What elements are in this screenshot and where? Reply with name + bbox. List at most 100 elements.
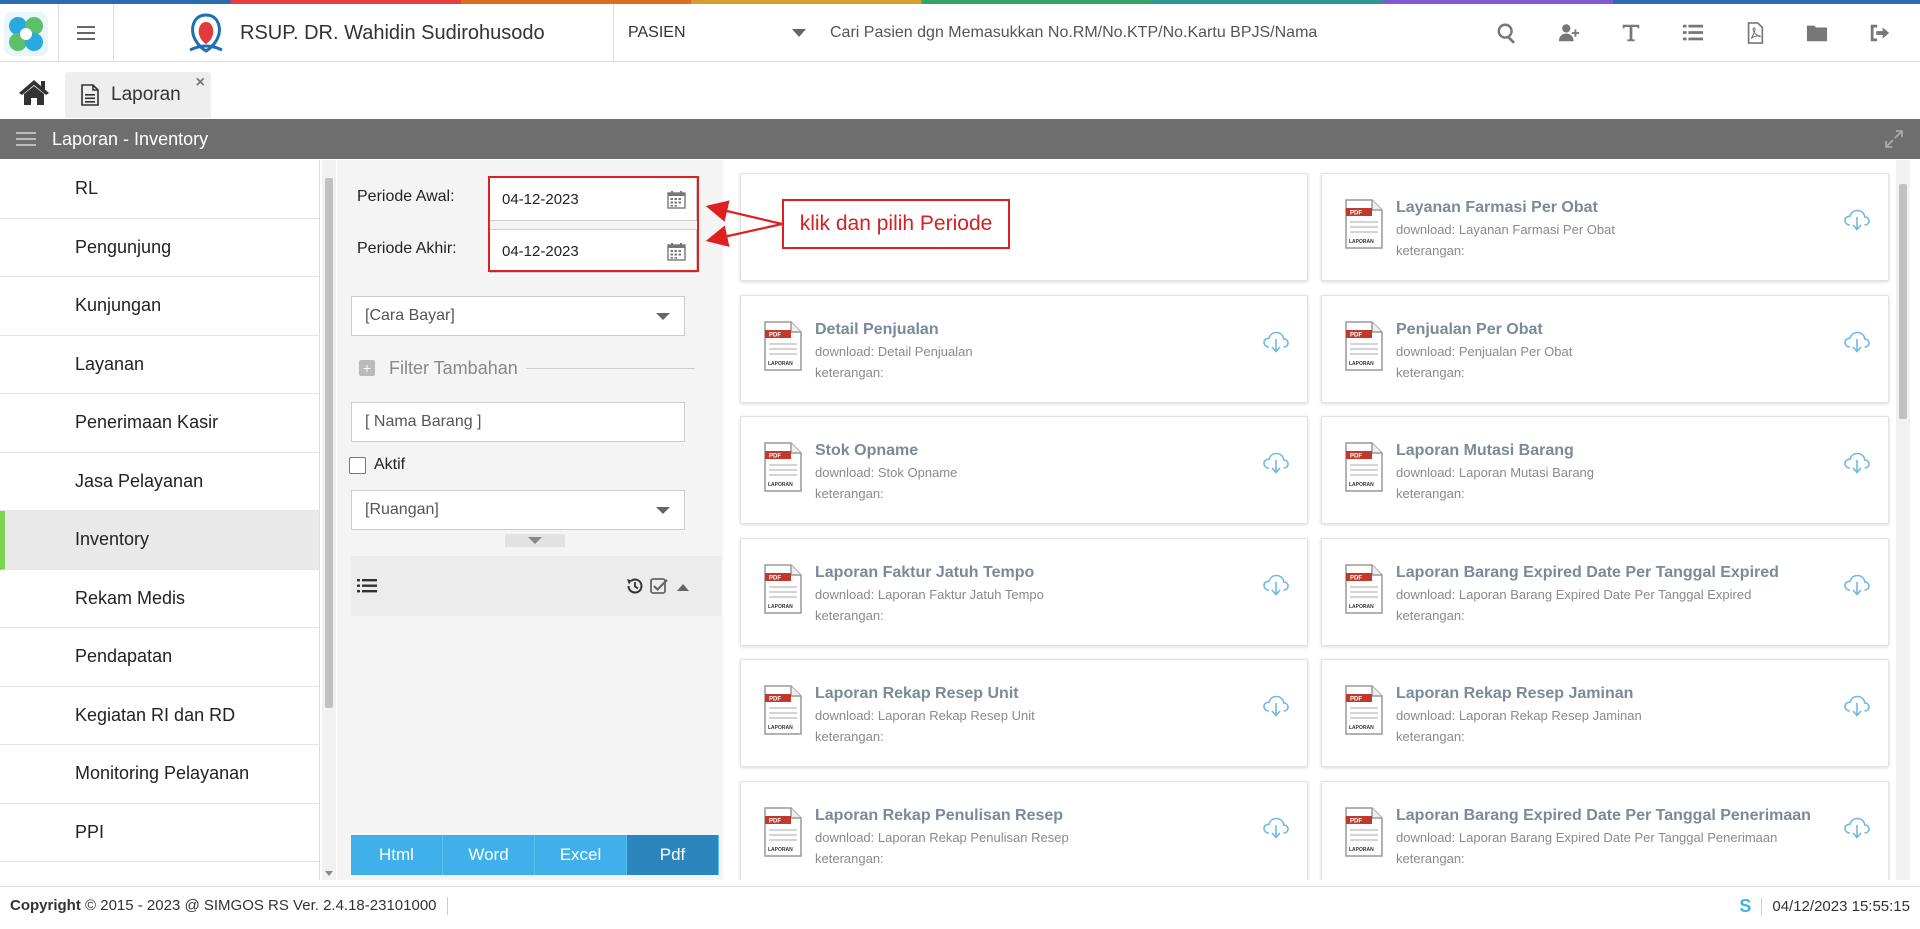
report-card[interactable]: PDF LAPORAN Stok Opname download: Stok Opna… <box>740 416 1308 524</box>
chevron-up-icon[interactable] <box>677 584 689 591</box>
sidebar-item-jasa-pelayanan[interactable]: Jasa Pelayanan <box>0 453 319 511</box>
cloud-download-icon[interactable] <box>1263 573 1289 597</box>
report-title[interactable]: Laporan Barang Expired Date Per Tanggal … <box>1396 564 1779 582</box>
checkbox[interactable] <box>349 456 366 474</box>
expand-icon[interactable] <box>1884 129 1904 149</box>
cloud-download-icon[interactable] <box>1844 694 1870 718</box>
menu-toggle-button[interactable] <box>58 4 114 62</box>
filter-tambahan-toggle[interactable]: + Filter Tambahan <box>359 355 695 381</box>
cloud-download-icon[interactable] <box>1844 451 1870 475</box>
collapse-filter-toggle[interactable] <box>505 534 565 547</box>
patient-search-input[interactable] <box>830 18 1480 48</box>
list-icon[interactable] <box>357 578 377 594</box>
scrollbar-thumb[interactable] <box>1899 184 1907 419</box>
ruangan-value: [Ruangan] <box>365 501 439 518</box>
history-icon[interactable] <box>625 576 645 596</box>
tab-laporan[interactable]: Laporan × <box>65 72 211 118</box>
report-title[interactable]: Laporan Rekap Penulisan Resep <box>815 807 1063 825</box>
report-card[interactable]: PDF LAPORAN Layanan Farmasi Per Obat downlo… <box>1321 173 1889 281</box>
report-download-text: download: Laporan Rekap Penulisan Resep <box>815 829 1069 845</box>
report-title[interactable]: Laporan Mutasi Barang <box>1396 442 1574 460</box>
pdf-document-icon: PDF LAPORAN <box>763 806 803 858</box>
checkbox-checked-icon[interactable] <box>649 576 669 596</box>
folder-button[interactable] <box>1786 4 1848 62</box>
report-title[interactable]: Layanan Farmasi Per Obat <box>1396 199 1598 217</box>
search-type-select[interactable]: PASIEN <box>614 4 824 62</box>
sidebar-item-kunjungan[interactable]: Kunjungan <box>0 277 319 336</box>
close-icon[interactable]: × <box>196 74 205 92</box>
export-pdf-button[interactable]: Pdf <box>627 835 719 875</box>
pdf-button[interactable] <box>1724 4 1786 62</box>
sidebar-item-layanan[interactable]: Layanan <box>0 336 319 394</box>
report-title[interactable]: Laporan Rekap Resep Unit <box>815 685 1019 703</box>
cloud-download-icon[interactable] <box>1844 330 1870 354</box>
cara-bayar-select[interactable]: [Cara Bayar] <box>351 296 685 336</box>
sidebar-item-pendapatan[interactable]: Pendapatan <box>0 628 319 687</box>
report-title[interactable]: Stok Opname <box>815 442 918 460</box>
aktif-checkbox[interactable]: Aktif <box>349 456 405 474</box>
export-html-button[interactable]: Html <box>351 835 443 875</box>
report-card[interactable]: PDF LAPORAN Laporan Rekap Penulisan Resep d… <box>740 780 1308 880</box>
report-card[interactable]: PDF LAPORAN Laporan Mutasi Barang download:… <box>1321 416 1889 524</box>
sidebar-item-penerimaan-kasir[interactable]: Penerimaan Kasir <box>0 394 319 453</box>
report-title[interactable]: Detail Penjualan <box>815 321 939 339</box>
logout-button[interactable] <box>1848 4 1910 62</box>
list-button[interactable] <box>1662 4 1724 62</box>
report-title[interactable]: Laporan Faktur Jatuh Tempo <box>815 564 1034 582</box>
report-download-text: download: Stok Opname <box>815 465 958 480</box>
export-word-button[interactable]: Word <box>443 835 535 875</box>
hamburger-icon <box>77 26 95 40</box>
cloud-download-icon[interactable] <box>1263 694 1289 718</box>
scrollbar-thumb[interactable] <box>325 178 333 708</box>
copyright-icon: © <box>85 897 97 914</box>
report-card[interactable]: PDF LAPORAN Detail Penjualan download: Deta… <box>740 294 1308 403</box>
scroll-down-icon[interactable] <box>325 871 333 876</box>
report-card[interactable]: PDF LAPORAN Laporan Faktur Jatuh Tempo down… <box>740 537 1308 646</box>
report-title[interactable]: Laporan Rekap Resep Jaminan <box>1396 685 1633 703</box>
report-keterangan: keterangan: <box>1396 243 1465 258</box>
sidebar-item-label: PPI <box>75 821 105 842</box>
sidebar-item-ppi[interactable]: PPI <box>0 804 319 862</box>
document-icon <box>81 84 99 106</box>
svg-text:PDF: PDF <box>769 575 781 581</box>
search-button[interactable] <box>1476 4 1538 62</box>
cloud-download-icon[interactable] <box>1844 573 1870 597</box>
add-patient-button[interactable] <box>1538 4 1600 62</box>
section-header: Laporan - Inventory <box>0 119 1920 159</box>
sidebar-item-rekam-medis[interactable]: Rekam Medis <box>0 570 319 628</box>
cloud-download-icon[interactable] <box>1844 208 1870 232</box>
section-title: Laporan - Inventory <box>52 128 209 149</box>
report-list-scrollbar[interactable] <box>1896 160 1910 880</box>
ruangan-select[interactable]: [Ruangan] <box>351 490 685 530</box>
report-card[interactable]: PDF LAPORAN Laporan Rekap Resep Jaminan dow… <box>1321 659 1889 767</box>
sidebar-item-pengunjung[interactable]: Pengunjung <box>0 219 319 277</box>
cloud-download-icon[interactable] <box>1263 451 1289 475</box>
app-logo-icon[interactable] <box>2 10 50 58</box>
report-card[interactable]: PDF LAPORAN Penjualan Per Obat download: Pe… <box>1321 294 1889 403</box>
sidebar-scrollbar[interactable] <box>322 160 336 880</box>
report-title[interactable]: Laporan Barang Expired Date Per Tanggal … <box>1396 807 1811 825</box>
nama-barang-input[interactable] <box>351 402 685 442</box>
sidebar-item-kegiatan-ri-rd[interactable]: Kegiatan RI dan RD <box>0 687 319 745</box>
report-card[interactable]: PDF LAPORAN Laporan Barang Expired Date Pe… <box>1321 780 1889 880</box>
hospital-logo-icon <box>189 13 223 53</box>
home-icon[interactable] <box>18 78 50 106</box>
cloud-download-icon[interactable] <box>1844 816 1870 840</box>
report-card[interactable]: PDF LAPORAN Laporan Barang Expired Date Pe… <box>1321 537 1889 646</box>
sidebar-item-label: Kegiatan RI dan RD <box>75 704 236 725</box>
cloud-download-icon[interactable] <box>1263 816 1289 840</box>
sidebar-item-inventory[interactable]: Inventory <box>0 511 319 570</box>
sidebar-item-label: Penerimaan Kasir <box>75 412 219 433</box>
text-button[interactable] <box>1600 4 1662 62</box>
folder-icon <box>1806 25 1828 42</box>
copyright-label: Copyright <box>10 897 81 914</box>
sidebar-item-monitoring-pelayanan[interactable]: Monitoring Pelayanan <box>0 745 319 804</box>
hamburger-icon[interactable] <box>16 131 36 147</box>
sidebar-item-label: Pendapatan <box>75 646 173 667</box>
export-excel-button[interactable]: Excel <box>535 835 627 875</box>
svg-text:PDF: PDF <box>1350 818 1362 824</box>
sidebar-item-rl[interactable]: RL <box>0 160 319 219</box>
report-title[interactable]: Penjualan Per Obat <box>1396 321 1543 339</box>
cloud-download-icon[interactable] <box>1263 330 1289 354</box>
report-card[interactable]: PDF LAPORAN Laporan Rekap Resep Unit downlo… <box>740 659 1308 767</box>
